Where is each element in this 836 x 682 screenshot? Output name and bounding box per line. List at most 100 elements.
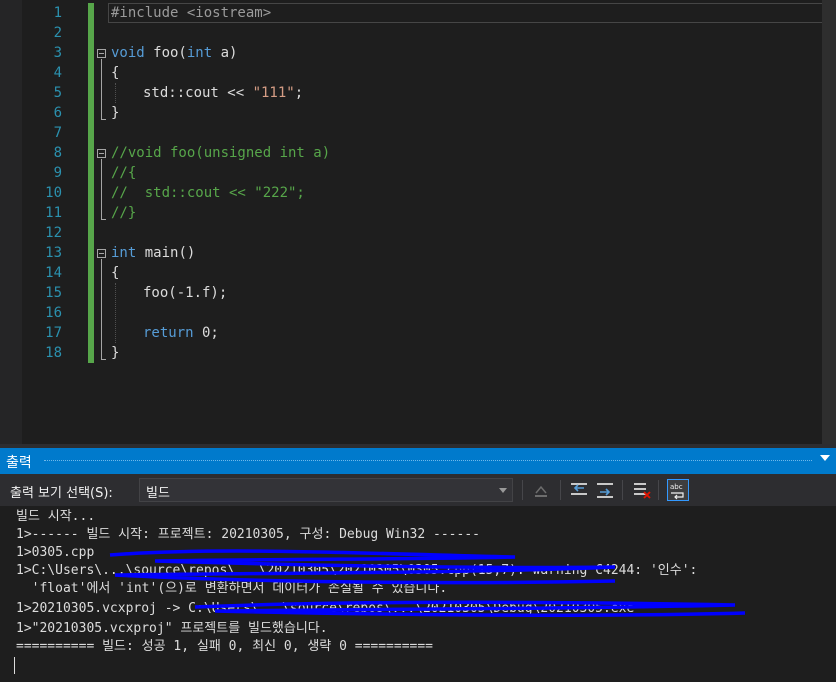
go-to-code-icon[interactable] (530, 479, 552, 501)
line-number: 2 (53, 25, 62, 41)
code-text: { (111, 263, 119, 283)
code-text: void foo(int a) (111, 43, 237, 63)
code-token: int (111, 245, 137, 261)
line-number: 7 (53, 125, 62, 141)
code-line[interactable]: 14 { (0, 263, 836, 283)
toolbar-separator (622, 480, 623, 500)
output-line: 1>C:\Users\...\source\repos\...\20210305… (16, 563, 698, 578)
output-panel-title: 출력 (6, 455, 32, 471)
line-number: 11 (45, 205, 62, 221)
code-line[interactable]: 8 //void foo(unsigned int a) (0, 143, 836, 163)
code-text: { (111, 63, 119, 83)
code-token: int (186, 45, 213, 61)
output-line: 1>20210305.vcxproj -> C:\Users\...\sourc… (16, 601, 635, 616)
line-number: 13 (45, 245, 62, 261)
code-line[interactable]: 6} (0, 103, 836, 123)
code-token: //{ (111, 165, 137, 181)
line-number: 5 (53, 85, 62, 101)
toolbar-separator (658, 480, 659, 500)
code-line[interactable]: 4{ (0, 63, 836, 83)
code-token: // std::cout << "222"; (111, 185, 305, 201)
line-number: 18 (45, 345, 62, 361)
code-line[interactable]: 3 void foo(int a) (0, 43, 836, 63)
code-token: { (111, 65, 120, 81)
output-line: 'float'에서 'int'(으)로 변환하면서 데이터가 손실될 수 있습니… (16, 581, 448, 596)
go-to-next-message-icon[interactable] (594, 479, 616, 501)
output-line: 1>"20210305.vcxproj" 프로젝트를 빌드했습니다. (16, 621, 328, 636)
output-line: 1>0305.cpp (16, 545, 95, 560)
code-token: void (111, 45, 145, 61)
code-token: { (111, 265, 120, 281)
code-line[interactable]: 11 //} (0, 203, 836, 223)
line-number: 6 (53, 105, 62, 121)
code-line[interactable]: 13 int main() (0, 243, 836, 263)
code-token: foo( (144, 45, 187, 61)
toolbar-separator (522, 480, 523, 500)
output-line: 1>------ 빌드 시작: 프로젝트: 20210305, 구성: Debu… (16, 527, 480, 542)
line-number: 14 (45, 265, 62, 281)
code-text: // std::cout << "222"; (111, 183, 305, 203)
code-text: foo(-1.f); (143, 283, 227, 303)
line-number: 1 (53, 5, 62, 21)
code-line[interactable]: 7 (0, 123, 836, 143)
code-line[interactable]: 2 (0, 23, 836, 43)
code-line[interactable]: 9 //{ (0, 163, 836, 183)
output-source-value: 빌드 (146, 486, 170, 501)
toolbar-separator (560, 480, 561, 500)
code-token: return (143, 325, 194, 341)
code-line[interactable]: 12 (0, 223, 836, 243)
line-number: 17 (45, 325, 62, 341)
code-lines: 1 #include <iostream> 2 3 void foo(int a) 4{5… (0, 3, 836, 363)
code-text: return 0; (143, 323, 219, 343)
line-number: 16 (45, 305, 62, 321)
go-to-previous-message-icon[interactable] (568, 479, 590, 501)
code-token: ; (294, 85, 304, 101)
code-token: } (111, 105, 120, 121)
output-line: 빌드 시작... (16, 509, 96, 524)
word-wrap-icon[interactable]: abc (667, 479, 689, 501)
line-number: 12 (45, 225, 62, 241)
code-token: #include <iostream> (111, 5, 272, 21)
svg-text:abc: abc (670, 483, 683, 491)
code-token: foo(-1.f); (143, 285, 228, 301)
output-line: ========== 빌드: 성공 1, 실패 0, 최신 0, 생략 0 ==… (16, 639, 434, 654)
code-line[interactable]: 17 return 0; (0, 323, 836, 343)
panel-options-dropdown-icon[interactable] (820, 455, 830, 461)
code-line[interactable]: 15 foo(-1.f); (0, 283, 836, 303)
code-line[interactable]: 1 #include <iostream> (0, 3, 836, 23)
line-number: 4 (53, 65, 62, 81)
line-number: 15 (45, 285, 62, 301)
clear-all-icon[interactable] (630, 479, 652, 501)
code-line[interactable]: 5 std::cout << "111"; (0, 83, 836, 103)
text-caret (14, 657, 15, 674)
output-source-select[interactable]: 빌드 (139, 478, 513, 502)
code-text: } (111, 343, 119, 363)
show-output-from-label: 출력 보기 선택(S): (10, 486, 113, 501)
vertical-scrollbar[interactable] (822, 0, 836, 444)
code-editor[interactable]: 1 #include <iostream> 2 3 void foo(int a) 4{5… (0, 0, 836, 444)
code-line[interactable]: 16 (0, 303, 836, 323)
line-number: 3 (53, 45, 62, 61)
code-text: std::cout << "111"; (143, 83, 303, 103)
code-text: int main() (111, 243, 195, 263)
line-number: 9 (53, 165, 62, 181)
line-number: 8 (53, 145, 62, 161)
code-token: "111" (252, 85, 295, 101)
line-number: 10 (45, 185, 62, 201)
chevron-down-icon (499, 488, 507, 493)
output-panel-titlebar[interactable]: 출력 (0, 448, 836, 474)
code-text: //void foo(unsigned int a) (111, 143, 330, 163)
code-line[interactable]: 18} (0, 343, 836, 363)
code-token: } (111, 345, 120, 361)
code-text: //{ (111, 163, 136, 183)
code-token: //void foo(unsigned int a) (111, 145, 331, 161)
code-token: main() (136, 245, 196, 261)
code-token: 0; (193, 325, 219, 341)
code-token: //} (111, 205, 137, 221)
code-token: a) (212, 45, 238, 61)
code-text: #include <iostream> (111, 3, 271, 23)
code-text: //} (111, 203, 136, 223)
code-line[interactable]: 10 // std::cout << "222"; (0, 183, 836, 203)
code-token: std::cout << (143, 85, 253, 101)
code-text: } (111, 103, 119, 123)
